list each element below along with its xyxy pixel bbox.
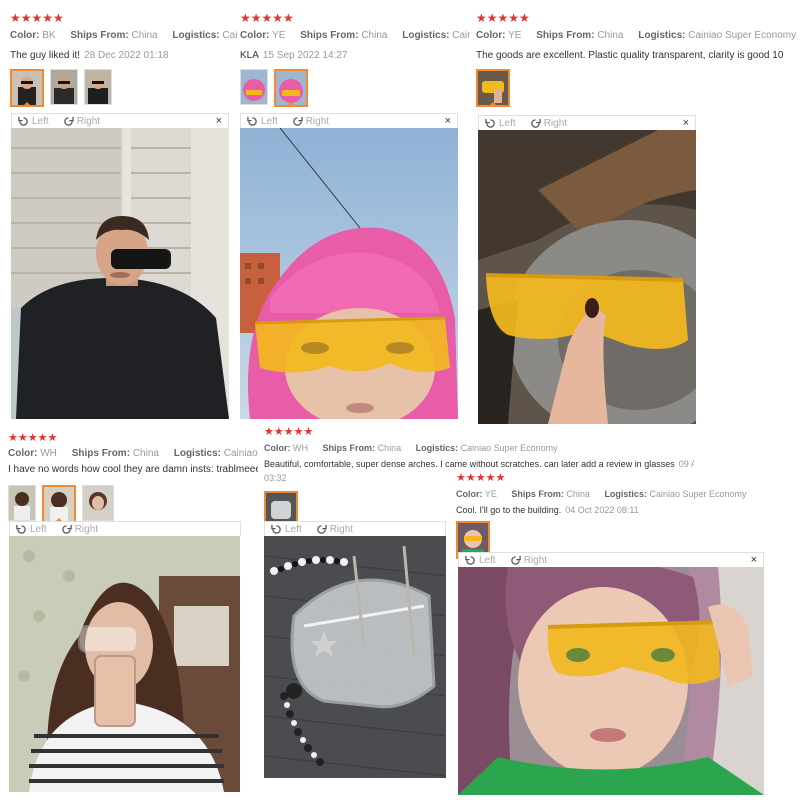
rotate-left-button[interactable]: Left: [465, 555, 496, 566]
rotate-left-button[interactable]: Left: [18, 116, 49, 127]
rotate-left-button[interactable]: Left: [271, 524, 302, 535]
review-card: ★★★★★ Color: BK Ships From: China Logist…: [10, 12, 238, 107]
rotate-left-button[interactable]: Left: [16, 524, 47, 535]
review-photo: [9, 536, 240, 792]
review-meta: Color: WH Ships From: China Logistics: C…: [8, 448, 258, 459]
star-rating: ★★★★★: [476, 11, 530, 25]
review-date: 04 Oct 2022 08:11: [565, 505, 639, 515]
review-photo: [240, 128, 458, 419]
rotate-right-icon: [530, 118, 541, 128]
thumbnail-photo[interactable]: [274, 69, 308, 107]
review-card: ★★★★★ Color: YE Ships From: China Logist…: [476, 12, 800, 107]
review-meta: Color: WH Ships From: China Logistics: C…: [264, 443, 558, 453]
rotate-right-icon: [510, 555, 521, 565]
thumbnail-photo[interactable]: [8, 485, 36, 521]
thumbnail-photo[interactable]: [240, 69, 268, 105]
thumbnail-photo[interactable]: [10, 69, 44, 107]
photo-toolbar: Left Right ×: [11, 113, 229, 128]
review-comment: Cool. I'll go to the building. 04 Oct 202…: [456, 505, 639, 515]
rotate-right-icon: [63, 116, 74, 126]
close-icon[interactable]: ×: [216, 115, 222, 127]
close-icon[interactable]: ×: [445, 115, 451, 127]
review-comment: Beautiful, comfortable, super dense arch…: [264, 457, 694, 471]
review-card: ★★★★★ Color: YE Ships From: China Logist…: [456, 472, 800, 559]
review-date: 15 Sep 2022 14:27: [262, 50, 348, 61]
review-photo: [458, 567, 764, 795]
review-comment: The goods are excellent. Plastic quality…: [476, 50, 784, 61]
rotate-left-button[interactable]: Left: [485, 118, 516, 129]
photo-toolbar: Left Right ×: [240, 113, 458, 128]
star-rating: ★★★★★: [240, 11, 294, 25]
thumbnail-strip: [10, 69, 238, 107]
review-photo: [478, 130, 696, 424]
rotate-right-icon: [292, 116, 303, 126]
rotate-left-icon: [18, 116, 28, 126]
rotate-left-icon: [16, 524, 26, 534]
thumbnail-strip: [476, 69, 800, 107]
photo-toolbar: Left Right ×: [478, 115, 696, 130]
close-icon[interactable]: ×: [751, 554, 757, 566]
review-meta: Color: YE Ships From: China Logistics: C…: [240, 30, 470, 41]
rotate-right-button[interactable]: Right: [510, 555, 547, 566]
thumbnail-photo[interactable]: [476, 69, 510, 107]
review-meta: Color: YE Ships From: China Logistics: C…: [456, 489, 747, 499]
rotate-right-button[interactable]: Right: [530, 118, 567, 129]
close-icon[interactable]: ×: [683, 117, 689, 129]
review-comment: The guy liked it! 28 Dec 2022 01:18: [10, 50, 169, 61]
thumbnail-strip: [8, 485, 258, 523]
review-date: 28 Dec 2022 01:18: [84, 50, 169, 61]
thumbnail-photo[interactable]: [42, 485, 76, 523]
review-date: 09 Aug: [678, 459, 694, 469]
review-photo: [11, 128, 229, 419]
rotate-right-button[interactable]: Right: [61, 524, 98, 535]
review-comment: KLA 15 Sep 2022 14:27: [240, 50, 348, 61]
star-rating: ★★★★★: [456, 472, 506, 484]
thumbnail-photo[interactable]: [50, 69, 78, 105]
photo-toolbar: Left Right ×: [458, 552, 764, 567]
rotate-left-icon: [485, 118, 495, 128]
photo-toolbar: Left Right: [264, 521, 446, 536]
review-comment: I have no words how cool they are damn i…: [8, 464, 258, 475]
photo-toolbar: Left Right: [9, 521, 241, 536]
rotate-right-icon: [61, 524, 72, 534]
rotate-right-icon: [316, 524, 327, 534]
thumbnail-photo[interactable]: [82, 485, 114, 521]
rotate-left-button[interactable]: Left: [247, 116, 278, 127]
review-meta: Color: BK Ships From: China Logistics: C…: [10, 30, 238, 41]
review-card: ★★★★★ Color: WH Ships From: China Logist…: [8, 432, 258, 523]
rotate-left-icon: [465, 555, 475, 565]
review-meta: Color: YE Ships From: China Logistics: C…: [476, 30, 797, 41]
rotate-right-button[interactable]: Right: [316, 524, 353, 535]
rotate-left-icon: [271, 524, 281, 534]
thumbnail-photo[interactable]: [84, 69, 112, 105]
rotate-right-button[interactable]: Right: [63, 116, 100, 127]
rotate-right-button[interactable]: Right: [292, 116, 329, 127]
star-rating: ★★★★★: [8, 432, 58, 444]
thumbnail-strip: [240, 69, 470, 107]
star-rating: ★★★★★: [264, 426, 314, 438]
star-rating: ★★★★★: [10, 11, 64, 25]
review-card: ★★★★★ Color: YE Ships From: China Logist…: [240, 12, 470, 107]
review-photo: [264, 536, 446, 778]
rotate-left-icon: [247, 116, 257, 126]
